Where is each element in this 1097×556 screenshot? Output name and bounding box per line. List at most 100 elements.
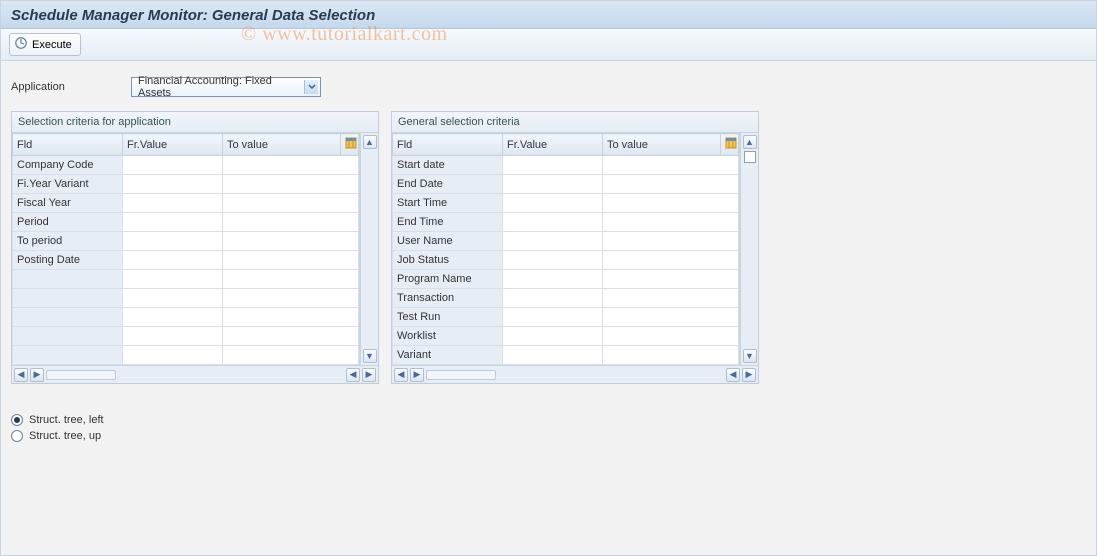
scroll-right-end-icon[interactable]: ▶	[742, 368, 756, 382]
table-row: Start Time	[393, 194, 739, 213]
application-value: Financial Accounting: Fixed Assets	[138, 75, 304, 99]
select-all-checkbox[interactable]	[744, 151, 756, 163]
cell-to-value[interactable]	[223, 327, 359, 346]
cell-to-value[interactable]	[223, 308, 359, 327]
radio-struct-tree-up[interactable]: Struct. tree, up	[11, 430, 1086, 442]
cell-to-value[interactable]	[223, 213, 359, 232]
cell-fr-value[interactable]	[503, 213, 603, 232]
content-area: Application Financial Accounting: Fixed …	[1, 61, 1096, 456]
col-to[interactable]: To value	[603, 134, 721, 156]
cell-fr-value[interactable]	[503, 232, 603, 251]
col-fld[interactable]: Fld	[393, 134, 503, 156]
cell-to-value[interactable]	[223, 289, 359, 308]
cell-fr-value[interactable]	[503, 308, 603, 327]
configure-columns-button[interactable]	[721, 134, 739, 156]
scroll-left-icon[interactable]: ◀	[394, 368, 408, 382]
cell-to-value[interactable]	[603, 213, 739, 232]
cell-to-value[interactable]	[603, 346, 739, 365]
cell-fr-value[interactable]	[123, 289, 223, 308]
cell-fr-value[interactable]	[123, 308, 223, 327]
cell-fr-value[interactable]	[123, 346, 223, 365]
scroll-down-icon[interactable]: ▼	[363, 349, 377, 363]
scroll-right-end-icon[interactable]: ▶	[362, 368, 376, 382]
cell-fr-value[interactable]	[503, 251, 603, 270]
scroll-left-end-icon[interactable]: ◀	[726, 368, 740, 382]
cell-to-value[interactable]	[603, 232, 739, 251]
cell-to-value[interactable]	[603, 251, 739, 270]
table-row	[13, 289, 359, 308]
cell-fr-value[interactable]	[503, 270, 603, 289]
vertical-scrollbar[interactable]: ▲ ▼	[360, 133, 378, 365]
scroll-right-icon[interactable]: ▶	[30, 368, 44, 382]
horizontal-scrollbar[interactable]: ◀ ▶ ◀ ▶	[392, 365, 758, 383]
cell-to-value[interactable]	[223, 270, 359, 289]
cell-fr-value[interactable]	[123, 232, 223, 251]
cell-fld: End Date	[393, 175, 503, 194]
table-config-icon	[345, 140, 357, 152]
scroll-left-end-icon[interactable]: ◀	[346, 368, 360, 382]
cell-to-value[interactable]	[603, 327, 739, 346]
cell-fr-value[interactable]	[503, 194, 603, 213]
cell-to-value[interactable]	[223, 346, 359, 365]
cell-fr-value[interactable]	[123, 327, 223, 346]
radio-struct-tree-left[interactable]: Struct. tree, left	[11, 414, 1086, 426]
cell-to-value[interactable]	[603, 156, 739, 175]
col-to[interactable]: To value	[223, 134, 341, 156]
cell-fld	[13, 270, 123, 289]
cell-to-value[interactable]	[223, 232, 359, 251]
cell-fr-value[interactable]	[123, 194, 223, 213]
configure-columns-button[interactable]	[341, 134, 359, 156]
execute-button[interactable]: Execute	[9, 33, 81, 56]
clock-icon	[14, 36, 28, 53]
page-title: Schedule Manager Monitor: General Data S…	[11, 7, 1086, 24]
cell-fr-value[interactable]	[123, 175, 223, 194]
col-fr[interactable]: Fr.Value	[503, 134, 603, 156]
cell-fr-value[interactable]	[503, 346, 603, 365]
cell-fr-value[interactable]	[123, 251, 223, 270]
cell-fld: Fi.Year Variant	[13, 175, 123, 194]
vertical-scrollbar[interactable]: ▲ ▼	[740, 133, 758, 365]
cell-fld: Posting Date	[13, 251, 123, 270]
scroll-left-icon[interactable]: ◀	[14, 368, 28, 382]
table-row: Fiscal Year	[13, 194, 359, 213]
cell-to-value[interactable]	[603, 175, 739, 194]
table-row: Fi.Year Variant	[13, 175, 359, 194]
col-fld[interactable]: Fld	[13, 134, 123, 156]
cell-to-value[interactable]	[603, 194, 739, 213]
table-row	[13, 308, 359, 327]
cell-fld: Period	[13, 213, 123, 232]
cell-fr-value[interactable]	[503, 156, 603, 175]
col-fr[interactable]: Fr.Value	[123, 134, 223, 156]
panels: Selection criteria for application Fld F…	[11, 111, 1086, 384]
cell-to-value[interactable]	[223, 251, 359, 270]
cell-to-value[interactable]	[603, 289, 739, 308]
cell-fld	[13, 327, 123, 346]
cell-to-value[interactable]	[603, 308, 739, 327]
scroll-up-icon[interactable]: ▲	[363, 135, 377, 149]
application-dropdown[interactable]: Financial Accounting: Fixed Assets	[131, 77, 321, 97]
cell-fr-value[interactable]	[123, 270, 223, 289]
cell-fr-value[interactable]	[123, 156, 223, 175]
scroll-up-icon[interactable]: ▲	[743, 135, 757, 149]
cell-fr-value[interactable]	[503, 289, 603, 308]
cell-fr-value[interactable]	[503, 327, 603, 346]
table-header-row: Fld Fr.Value To value	[13, 134, 359, 156]
scroll-right-icon[interactable]: ▶	[410, 368, 424, 382]
cell-to-value[interactable]	[223, 194, 359, 213]
cell-to-value[interactable]	[603, 270, 739, 289]
scroll-thumb[interactable]	[426, 370, 496, 380]
table-row: To period	[13, 232, 359, 251]
cell-fld: Worklist	[393, 327, 503, 346]
cell-fr-value[interactable]	[503, 175, 603, 194]
radio-icon	[11, 430, 23, 442]
table-row: End Time	[393, 213, 739, 232]
table-row: Job Status	[393, 251, 739, 270]
cell-to-value[interactable]	[223, 175, 359, 194]
horizontal-scrollbar[interactable]: ◀ ▶ ◀ ▶	[12, 365, 378, 383]
scroll-thumb[interactable]	[46, 370, 116, 380]
cell-fr-value[interactable]	[123, 213, 223, 232]
cell-fld: Start Time	[393, 194, 503, 213]
table-row: Worklist	[393, 327, 739, 346]
cell-to-value[interactable]	[223, 156, 359, 175]
scroll-down-icon[interactable]: ▼	[743, 349, 757, 363]
